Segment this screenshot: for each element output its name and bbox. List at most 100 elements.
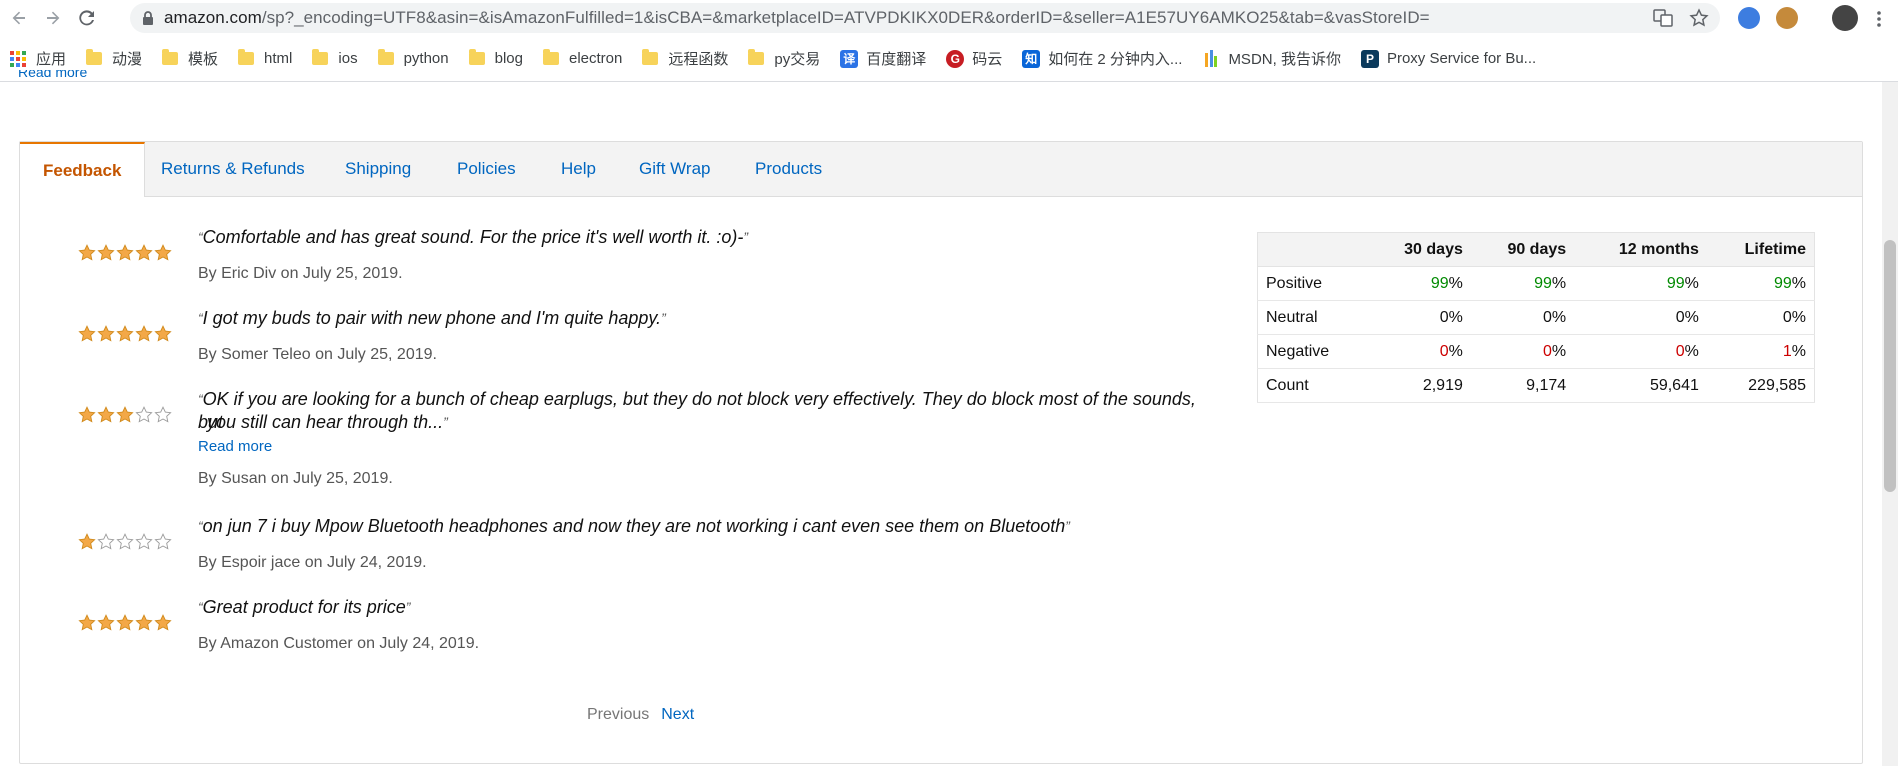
row-label: Positive: [1257, 266, 1368, 301]
table-cell: 1%: [1706, 334, 1815, 369]
star-empty-icon: [116, 533, 134, 555]
bookmark-apps[interactable]: 应用: [0, 44, 76, 74]
bookmark-label: 远程函数: [668, 51, 729, 68]
read-more-link[interactable]: Read more: [198, 438, 272, 455]
star-filled-icon: [78, 614, 96, 636]
bookmark-folder-py-trade[interactable]: py交易: [738, 44, 830, 74]
star-filled-icon: [116, 406, 134, 428]
table-header-blank: [1257, 232, 1368, 267]
table-cell: 99%: [1574, 266, 1707, 301]
bookmark-folder-python[interactable]: python: [368, 44, 459, 74]
next-page-button[interactable]: Next: [661, 706, 694, 724]
table-cell: 0%: [1470, 334, 1575, 369]
pagination: Previous Next: [587, 706, 694, 724]
table-header-12-months: 12 months: [1574, 232, 1707, 267]
kebab-menu-icon[interactable]: [1868, 8, 1890, 30]
lock-icon[interactable]: [142, 10, 154, 26]
bookmark-folder-html[interactable]: html: [228, 44, 302, 74]
forward-arrow-icon[interactable]: [38, 3, 68, 33]
tab-products[interactable]: Products: [732, 142, 845, 196]
table-row-negative: Negative 0% 0% 0% 1%: [1257, 334, 1815, 369]
table-cell: 0%: [1367, 334, 1471, 369]
tab-shipping[interactable]: Shipping: [322, 142, 434, 196]
reload-icon[interactable]: [72, 3, 102, 33]
star-filled-icon: [97, 244, 115, 266]
percent-sign: %: [1551, 274, 1567, 292]
bookmark-folder-electron[interactable]: electron: [533, 44, 632, 74]
read-more-link-partial[interactable]: Read more: [18, 70, 87, 82]
extension-globe-icon[interactable]: [1738, 7, 1760, 29]
translate-favicon-icon: 译: [840, 49, 859, 68]
bookmark-folder-blog[interactable]: blog: [459, 44, 533, 74]
table-cell: 2,919: [1367, 368, 1471, 403]
bookmark-label: blog: [494, 50, 523, 67]
review-author-date: By Amazon Customer on July 24, 2019.: [198, 635, 480, 652]
table-header-row: 30 days 90 days 12 months Lifetime: [1257, 232, 1815, 267]
star-empty-icon: [97, 533, 115, 555]
star-filled-icon: [78, 533, 96, 555]
table-row-count: Count 2,919 9,174 59,641 229,585: [1257, 368, 1815, 403]
scrollbar-thumb[interactable]: [1884, 240, 1896, 492]
star-filled-icon: [97, 614, 115, 636]
review-author-date: By Susan on July 25, 2019.: [198, 470, 393, 487]
percent-sign: %: [1684, 274, 1699, 292]
bookmark-baidu-translate[interactable]: 译百度翻译: [830, 44, 936, 74]
star-filled-icon: [135, 614, 153, 636]
cookie-extension-icon[interactable]: [1776, 7, 1798, 29]
tab-help[interactable]: Help: [538, 142, 619, 196]
bookmark-proxy-service[interactable]: P Proxy Service for Bu...: [1351, 44, 1546, 74]
bookmark-folder-anime[interactable]: 动漫: [76, 44, 152, 74]
tab-gift-wrap[interactable]: Gift Wrap: [616, 142, 733, 196]
bookmark-label: 动漫: [112, 51, 143, 68]
review-author-date: By Somer Teleo on July 25, 2019.: [198, 346, 437, 363]
url-domain: amazon.com: [164, 8, 262, 27]
star-empty-icon: [135, 533, 153, 555]
bookmark-folder-templates[interactable]: 模板: [152, 44, 228, 74]
row-label: Count: [1257, 368, 1368, 403]
review-text: Great product for its price: [202, 597, 406, 617]
translate-page-icon[interactable]: [1652, 7, 1674, 29]
table-cell: 0%: [1367, 300, 1471, 335]
percent-sign: %: [1551, 342, 1567, 360]
bookmark-label: python: [403, 50, 449, 67]
star-rating: [78, 244, 172, 266]
bookmark-zhihu[interactable]: 知如何在 2 分钟内入...: [1012, 44, 1192, 74]
table-cell: 229,585: [1706, 368, 1815, 403]
folder-icon: [642, 49, 659, 65]
bookmark-folder-remote-functions[interactable]: 远程函数: [632, 44, 738, 74]
address-bar[interactable]: amazon.com/sp?_encoding=UTF8&asin=&isAma…: [130, 3, 1720, 33]
star-empty-icon: [154, 406, 172, 428]
percent-sign: %: [1448, 342, 1463, 360]
percent-sign: %: [1791, 274, 1806, 292]
star-rating: [78, 533, 172, 555]
star-filled-icon: [78, 325, 96, 347]
review-author-date: By Eric Div on July 25, 2019.: [198, 265, 403, 282]
bookmark-gitee[interactable]: G 码云: [936, 44, 1012, 74]
tab-returns-refunds[interactable]: Returns & Refunds: [138, 142, 328, 196]
folder-icon: [162, 49, 179, 65]
url-text[interactable]: amazon.com/sp?_encoding=UTF8&asin=&isAma…: [164, 8, 1430, 28]
star-filled-icon: [97, 325, 115, 347]
star-empty-icon: [154, 533, 172, 555]
seller-info-panel: Feedback Returns & Refunds Shipping Poli…: [19, 141, 1863, 764]
tab-feedback[interactable]: Feedback: [20, 142, 146, 197]
profile-avatar[interactable]: [1832, 5, 1858, 31]
star-filled-icon: [135, 244, 153, 266]
positive-value: 99: [1773, 274, 1792, 292]
tab-policies[interactable]: Policies: [434, 142, 539, 196]
back-arrow-icon[interactable]: [4, 3, 34, 33]
bookmark-folder-ios[interactable]: ios: [302, 44, 367, 74]
bookmark-label: 百度翻译: [866, 51, 927, 68]
table-header-90-days: 90 days: [1470, 232, 1575, 267]
feedback-ratings-table: 30 days 90 days 12 months Lifetime Posit…: [1257, 232, 1815, 403]
close-quote: ”: [405, 599, 411, 615]
table-cell: 0%: [1470, 300, 1575, 335]
table-cell: 99%: [1706, 266, 1815, 301]
bookmark-label: py交易: [774, 51, 821, 68]
bookmark-star-icon[interactable]: [1688, 7, 1710, 29]
table-row-neutral: Neutral 0% 0% 0% 0%: [1257, 300, 1815, 335]
bookmark-label: Proxy Service for Bu...: [1386, 50, 1537, 67]
folder-icon: [377, 49, 394, 65]
review-author-date: By Espoir jace on July 24, 2019.: [198, 554, 427, 571]
bookmark-msdn[interactable]: MSDN, 我告诉你: [1192, 44, 1351, 74]
